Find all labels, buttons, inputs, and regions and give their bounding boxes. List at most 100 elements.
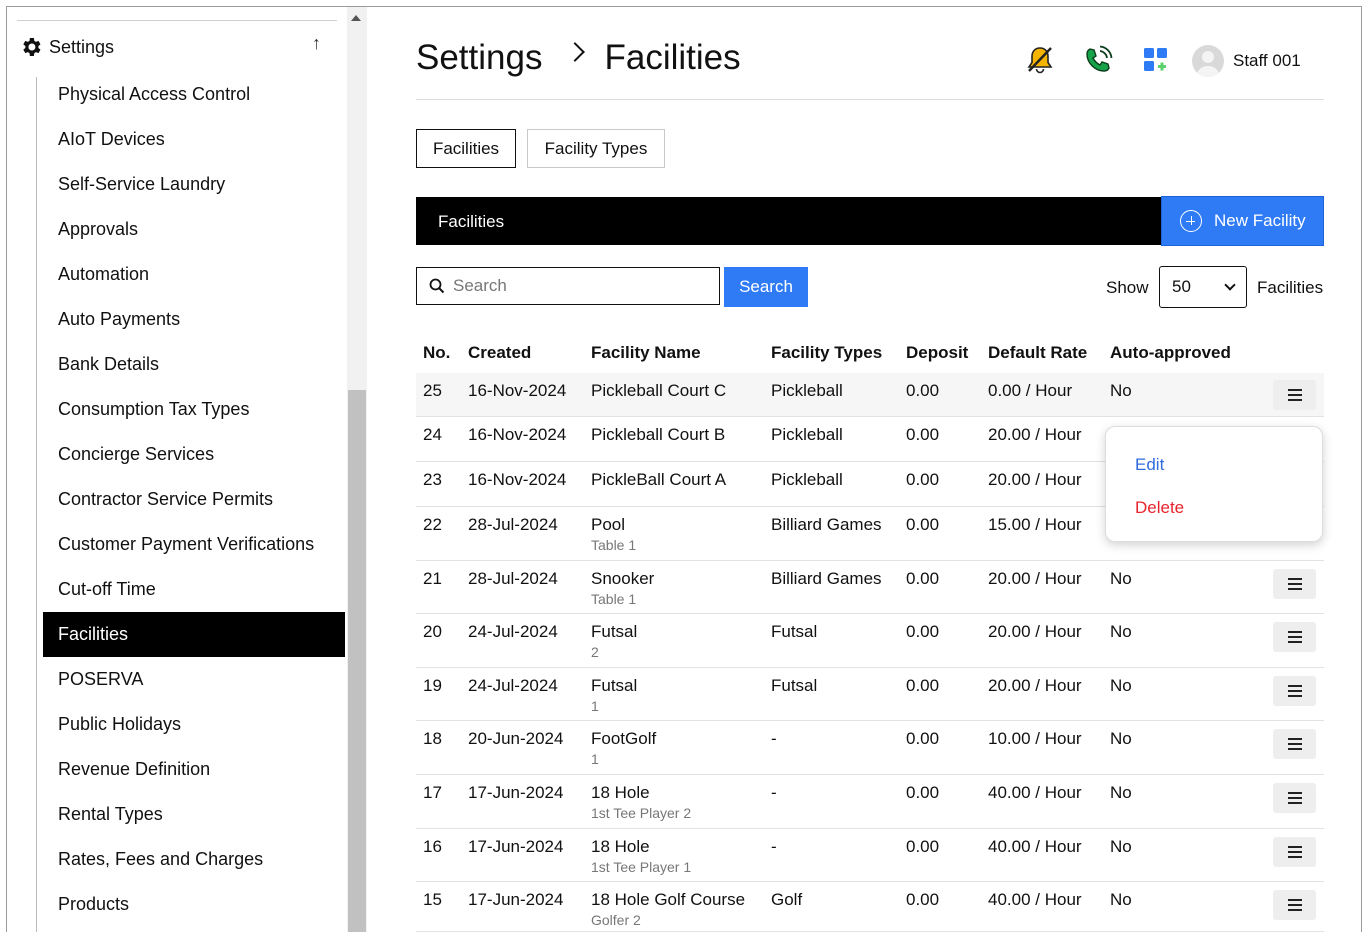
page-size-suffix: Facilities [1257,278,1324,297]
table-row[interactable]: 18 20-Jun-2024 FootGolf 1 - 0.00 10.00 / Hour N… [416,721,1324,775]
cell-deposit: 0.00 [906,569,939,589]
search-field[interactable] [416,267,720,305]
user-name[interactable]: Staff 001 [1233,51,1301,71]
row-menu-button[interactable] [1273,380,1316,410]
cell-facility-type-text: Futsal [771,676,818,695]
sidebar-header-label: Settings [49,36,115,57]
cell-deposit-text: 0.00 [906,783,940,802]
col-auto-approved[interactable]: Auto-approved [1110,343,1231,363]
cell-facility-name: Futsal 1 [591,676,637,714]
phone-call-icon[interactable] [1082,42,1114,78]
col-no[interactable]: No. [423,343,450,363]
row-menu-button[interactable] [1273,729,1316,759]
sidebar-tree-line [36,77,37,932]
sidebar-item-self-service-laundry[interactable]: Self-Service Laundry [43,162,345,207]
sidebar-item-concierge-services[interactable]: Concierge Services [43,432,345,477]
apps-grid-icon[interactable] [1140,42,1172,78]
cell-facility-name-text: Pickleball Court C [591,381,727,400]
sidebar-item-consumption-tax-types[interactable]: Consumption Tax Types [43,387,345,432]
cell-auto-approved-text: No [1110,622,1132,641]
breadcrumb-root[interactable]: Settings [416,38,542,78]
table-row[interactable]: 19 24-Jul-2024 Futsal 1 Futsal 0.00 20.00 / Ho… [416,668,1324,721]
table-row[interactable]: 15 17-Jun-2024 18 Hole Golf Course Golfer 2… [416,882,1324,932]
cell-created: 28-Jul-2024 [468,515,558,535]
collapse-arrow-icon[interactable]: ↑ [312,33,321,54]
sidebar-item-rental-types[interactable]: Rental Types [43,792,345,837]
breadcrumb: Settings Facilities [416,38,741,78]
table-row[interactable]: 20 24-Jul-2024 Futsal 2 Futsal 0.00 20.00 / Ho… [416,614,1324,668]
scroll-up-arrow-icon[interactable] [351,15,361,21]
cell-default-rate-text: 0.00 / Hour [988,381,1073,400]
row-menu-button[interactable] [1273,890,1316,920]
header-divider [416,99,1324,100]
cell-facility-name-text: 18 Hole Golf Course [591,890,746,909]
cell-no: 18 [423,729,442,749]
page-size-select[interactable]: 50 [1159,266,1247,308]
cell-default-rate-text: 20.00 / Hour [988,425,1082,444]
sidebar-scrollbar[interactable] [347,7,367,932]
col-deposit[interactable]: Deposit [906,343,968,363]
cell-facility-type: Pickleball [771,381,843,401]
new-facility-label: New Facility [1214,211,1306,230]
sidebar-item-physical-access-control[interactable]: Physical Access Control [43,72,345,117]
cell-created-text: 16-Nov-2024 [468,470,567,489]
cell-created-text: 16-Nov-2024 [468,425,567,444]
col-created[interactable]: Created [468,343,531,363]
search-button[interactable]: Search [724,267,808,307]
cell-default-rate: 20.00 / Hour [988,676,1082,696]
tab-facility-types[interactable]: Facility Types [527,129,665,168]
table-row[interactable]: 17 17-Jun-2024 18 Hole 1st Tee Player 2 - 0.0… [416,775,1324,829]
col-facility-types[interactable]: Facility Types [771,343,882,363]
cell-facility-name-text: PickleBall Court A [591,470,727,489]
sidebar-item-rates-fees-and-charges[interactable]: Rates, Fees and Charges [43,837,345,882]
cell-no-text: 24 [423,425,442,444]
cell-facility-name-text: Pool [591,515,626,534]
sidebar-item-contractor-service-permits[interactable]: Contractor Service Permits [43,477,345,522]
table-row[interactable]: 16 17-Jun-2024 18 Hole 1st Tee Player 1 - 0.0… [416,829,1324,882]
cell-facility-type: - [771,837,777,857]
table-row[interactable]: 21 28-Jul-2024 Snooker Table 1 Billiard Game… [416,561,1324,614]
table-row[interactable]: 25 16-Nov-2024 Pickleball Court C Picklebal… [416,373,1324,417]
cell-no-text: 16 [423,837,442,856]
sidebar-item-cut-off-time[interactable]: Cut-off Time [43,567,345,612]
sidebar-item-approvals[interactable]: Approvals [43,207,345,252]
cell-auto-approved-text: No [1110,381,1132,400]
col-default-rate[interactable]: Default Rate [988,343,1087,363]
delete-menu-item[interactable]: Delete [1135,498,1184,518]
row-menu-button[interactable] [1273,837,1316,867]
cell-facility-type: Futsal [771,622,817,642]
edit-menu-item[interactable]: Edit [1135,455,1164,475]
sidebar-item-auto-payments[interactable]: Auto Payments [43,297,345,342]
scrollbar-thumb[interactable] [348,390,366,932]
sidebar-item-revenue-definition[interactable]: Revenue Definition [43,747,345,792]
cell-facility-type-text: Futsal [771,622,818,641]
avatar[interactable] [1192,45,1224,77]
cell-default-rate-text: 20.00 / Hour [988,622,1082,641]
bell-off-icon[interactable] [1024,42,1056,78]
cell-facility-type-text: - [771,783,777,802]
tab-facilities[interactable]: Facilities [416,129,516,168]
new-facility-button[interactable]: New Facility [1161,196,1324,246]
sidebar-item-bank-details[interactable]: Bank Details [43,342,345,387]
row-menu-button[interactable] [1273,622,1316,652]
cell-facility-subtitle: 1st Tee Player 2 [591,805,692,821]
cell-facility-type-text: Golf [771,890,803,909]
row-menu-button[interactable] [1273,676,1316,706]
row-menu-button[interactable] [1273,783,1316,813]
row-menu-button[interactable] [1273,569,1316,599]
cell-facility-type: - [771,783,777,803]
sidebar-item-aiot-devices[interactable]: AIoT Devices [43,117,345,162]
sidebar-item-customer-payment-verifications[interactable]: Customer Payment Verifications [43,522,345,567]
cell-facility-type-text: - [771,729,777,748]
search-input[interactable] [453,276,703,296]
sidebar-item-public-holidays[interactable]: Public Holidays [43,702,345,747]
sidebar-item-poserva[interactable]: POSERVA [43,657,345,702]
cell-created: 17-Jun-2024 [468,890,563,910]
sidebar-item-products[interactable]: Products [43,882,345,927]
sidebar-item-automation[interactable]: Automation [43,252,345,297]
cell-no: 15 [423,890,442,910]
sidebar-header-settings[interactable]: Settings [19,35,114,59]
col-facility-name[interactable]: Facility Name [591,343,701,363]
cell-deposit-text: 0.00 [906,622,940,641]
sidebar-item-facilities[interactable]: Facilities [43,612,345,657]
